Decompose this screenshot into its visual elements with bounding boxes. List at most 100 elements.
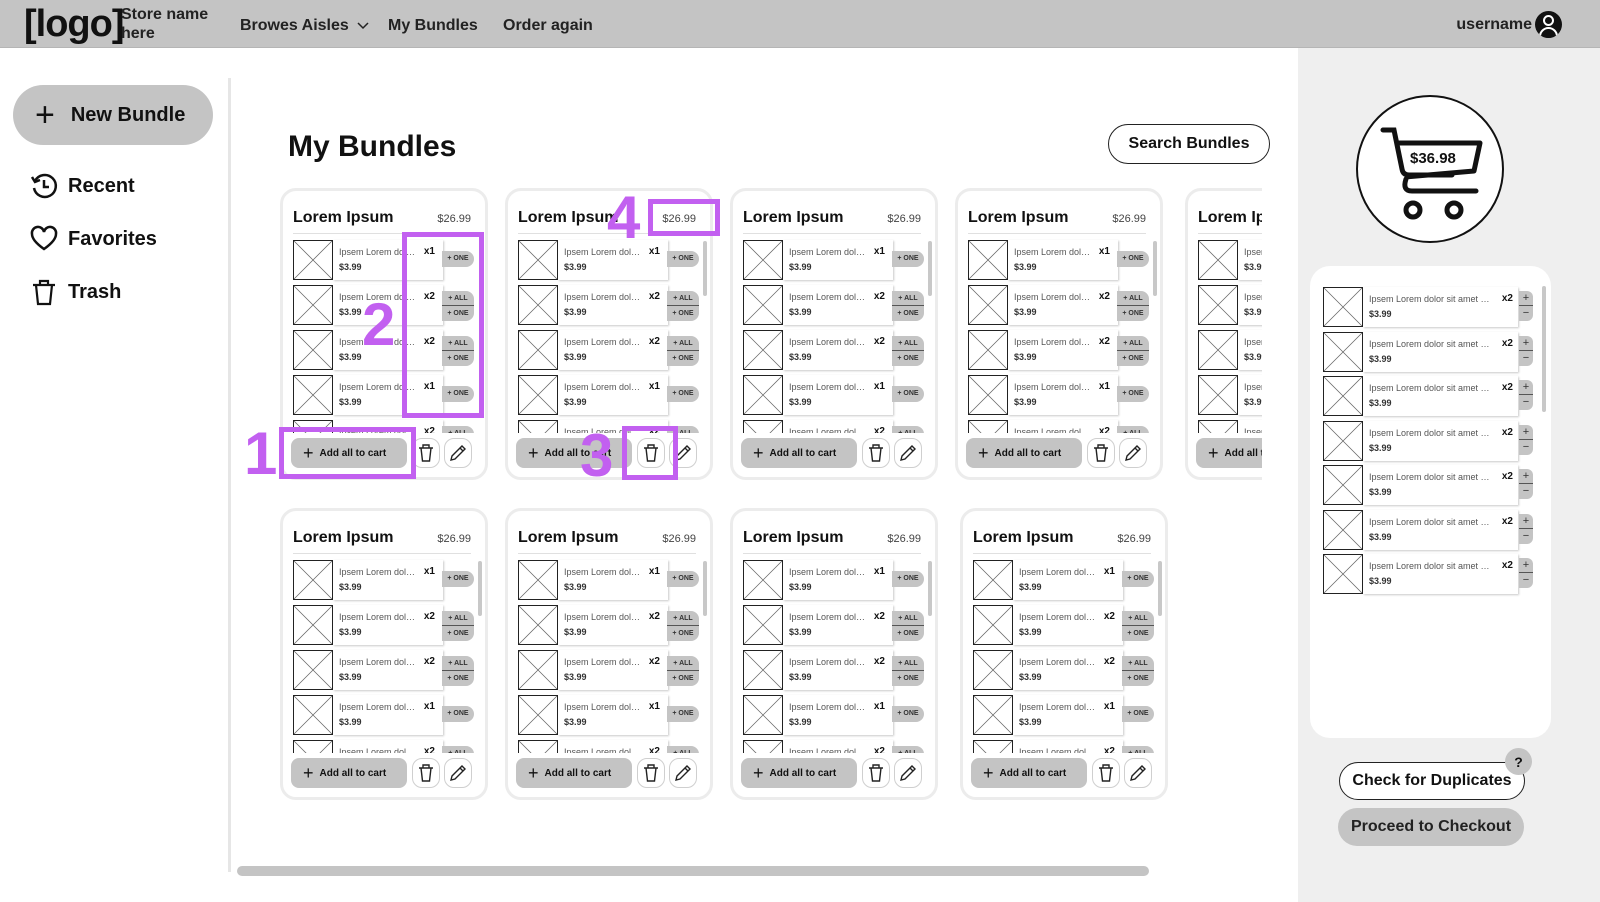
delete-bundle-button[interactable]: [862, 438, 890, 468]
add-all-item-button[interactable]: + ALL: [892, 611, 924, 626]
decrease-quantity-button[interactable]: −: [1519, 440, 1533, 455]
add-one-item-button[interactable]: + ONE: [442, 706, 474, 722]
add-one-item-button[interactable]: + ONE: [442, 351, 474, 366]
add-one-item-button[interactable]: + ONE: [892, 671, 924, 686]
increase-quantity-button[interactable]: +: [1519, 558, 1533, 573]
increase-quantity-button[interactable]: +: [1519, 291, 1533, 306]
user-avatar-icon[interactable]: [1535, 11, 1562, 38]
edit-bundle-button[interactable]: [669, 438, 697, 468]
add-one-item-button[interactable]: + ONE: [667, 706, 699, 722]
bundle-card[interactable]: Lorem Ipsum $26.99 Ipsem Lorem dolor sit a…: [280, 508, 488, 800]
bundle-card[interactable]: Lorem Ipsum $26.99 Ipsem Lorem dolor sit a…: [955, 188, 1163, 480]
add-all-item-button[interactable]: + ALL: [1122, 656, 1154, 671]
increase-quantity-button[interactable]: +: [1519, 336, 1533, 351]
horizontal-scrollbar[interactable]: [237, 866, 1149, 876]
add-all-item-button[interactable]: + ALL: [442, 746, 474, 753]
nav-my-bundles[interactable]: My Bundles: [388, 17, 478, 35]
bundle-card[interactable]: Lorem Ipsum $26.99 Ipsem Lorem dolor sit a…: [730, 508, 938, 800]
edit-bundle-button[interactable]: [444, 758, 472, 788]
decrease-quantity-button[interactable]: −: [1519, 395, 1533, 410]
decrease-quantity-button[interactable]: −: [1519, 573, 1533, 588]
bundle-scrollbar[interactable]: [1158, 561, 1162, 616]
add-one-item-button[interactable]: + ONE: [892, 351, 924, 366]
add-all-to-cart-button[interactable]: + Add all to cart: [741, 758, 857, 788]
edit-bundle-button[interactable]: [669, 758, 697, 788]
username[interactable]: username: [1456, 16, 1532, 34]
add-all-to-cart-button[interactable]: + Add all to cart: [741, 438, 857, 468]
cart-scrollbar[interactable]: [1542, 286, 1546, 412]
bundle-card[interactable]: Lorem Ipsum $26.99 Ipsem Lorem dolor sit a…: [960, 508, 1168, 800]
add-one-item-button[interactable]: + ONE: [892, 571, 924, 587]
increase-quantity-button[interactable]: +: [1519, 425, 1533, 440]
add-one-item-button[interactable]: + ONE: [442, 626, 474, 641]
add-all-item-button[interactable]: + ALL: [667, 426, 699, 433]
add-all-item-button[interactable]: + ALL: [1117, 291, 1149, 306]
delete-bundle-button[interactable]: [412, 438, 440, 468]
add-all-item-button[interactable]: + ALL: [1122, 611, 1154, 626]
add-all-item-button[interactable]: + ALL: [667, 611, 699, 626]
bundle-card[interactable]: Lorem Ipsum $26.99 Ipsem Lorem dolor sit a…: [505, 188, 713, 480]
add-all-item-button[interactable]: + ALL: [442, 336, 474, 351]
add-all-to-cart-button[interactable]: + Add all to cart: [966, 438, 1082, 468]
add-all-to-cart-button[interactable]: + Add all to cart: [971, 758, 1087, 788]
decrease-quantity-button[interactable]: −: [1519, 529, 1533, 544]
delete-bundle-button[interactable]: [637, 758, 665, 788]
add-all-item-button[interactable]: + ALL: [442, 611, 474, 626]
increase-quantity-button[interactable]: +: [1519, 380, 1533, 395]
search-bundles-button[interactable]: Search Bundles: [1108, 124, 1270, 164]
add-all-item-button[interactable]: + ALL: [667, 336, 699, 351]
add-one-item-button[interactable]: + ONE: [892, 306, 924, 321]
add-one-item-button[interactable]: + ONE: [892, 626, 924, 641]
add-all-item-button[interactable]: + ALL: [442, 291, 474, 306]
delete-bundle-button[interactable]: [637, 438, 665, 468]
add-one-item-button[interactable]: + ONE: [667, 671, 699, 686]
add-one-item-button[interactable]: + ONE: [1117, 306, 1149, 321]
bundle-scrollbar[interactable]: [928, 561, 932, 616]
nav-order-again[interactable]: Order again: [503, 17, 593, 35]
add-one-item-button[interactable]: + ONE: [892, 706, 924, 722]
add-all-to-cart-button[interactable]: + Add all to cart: [1196, 438, 1262, 468]
delete-bundle-button[interactable]: [862, 758, 890, 788]
decrease-quantity-button[interactable]: −: [1519, 484, 1533, 499]
sidebar-item-trash[interactable]: Trash: [30, 278, 121, 306]
cart-summary[interactable]: [1356, 95, 1504, 243]
bundle-card[interactable]: Lorem Ipsum $26.99 Ipsem Lorem dolor sit a…: [505, 508, 713, 800]
add-one-item-button[interactable]: + ONE: [442, 571, 474, 587]
add-one-item-button[interactable]: + ONE: [1117, 251, 1149, 267]
add-one-item-button[interactable]: + ONE: [667, 306, 699, 321]
add-all-item-button[interactable]: + ALL: [892, 426, 924, 433]
edit-bundle-button[interactable]: [1119, 438, 1147, 468]
bundle-card[interactable]: Lorem Ipsum $26.99 Ipsem Lorem dolor sit a…: [280, 188, 488, 480]
edit-bundle-button[interactable]: [444, 438, 472, 468]
add-all-to-cart-button[interactable]: + Add all to cart: [291, 758, 407, 788]
bundle-scrollbar[interactable]: [703, 561, 707, 616]
add-one-item-button[interactable]: + ONE: [1122, 706, 1154, 722]
add-one-item-button[interactable]: + ONE: [1117, 351, 1149, 366]
sidebar-item-recent[interactable]: Recent: [30, 172, 135, 200]
add-one-item-button[interactable]: + ONE: [1122, 626, 1154, 641]
edit-bundle-button[interactable]: [894, 758, 922, 788]
add-one-item-button[interactable]: + ONE: [667, 571, 699, 587]
add-all-item-button[interactable]: + ALL: [667, 291, 699, 306]
decrease-quantity-button[interactable]: −: [1519, 306, 1533, 321]
bundle-scrollbar[interactable]: [928, 241, 932, 296]
add-all-to-cart-button[interactable]: + Add all to cart: [516, 758, 632, 788]
add-all-item-button[interactable]: + ALL: [667, 656, 699, 671]
help-button[interactable]: ?: [1505, 748, 1532, 775]
bundle-card[interactable]: Lorem Ipsum $26.99 Ipsem Lorem dolor sit a…: [730, 188, 938, 480]
sidebar-item-favorites[interactable]: Favorites: [30, 225, 157, 253]
decrease-quantity-button[interactable]: −: [1519, 351, 1533, 366]
add-all-item-button[interactable]: + ALL: [892, 291, 924, 306]
add-all-item-button[interactable]: + ALL: [667, 746, 699, 753]
add-one-item-button[interactable]: + ONE: [667, 351, 699, 366]
delete-bundle-button[interactable]: [412, 758, 440, 788]
new-bundle-button[interactable]: + New Bundle: [13, 85, 213, 145]
add-all-item-button[interactable]: + ALL: [1117, 336, 1149, 351]
add-all-item-button[interactable]: + ALL: [892, 656, 924, 671]
add-one-item-button[interactable]: + ONE: [442, 671, 474, 686]
bundle-scrollbar[interactable]: [703, 241, 707, 296]
delete-bundle-button[interactable]: [1087, 438, 1115, 468]
add-all-item-button[interactable]: + ALL: [442, 656, 474, 671]
add-one-item-button[interactable]: + ONE: [667, 626, 699, 641]
add-one-item-button[interactable]: + ONE: [892, 386, 924, 402]
